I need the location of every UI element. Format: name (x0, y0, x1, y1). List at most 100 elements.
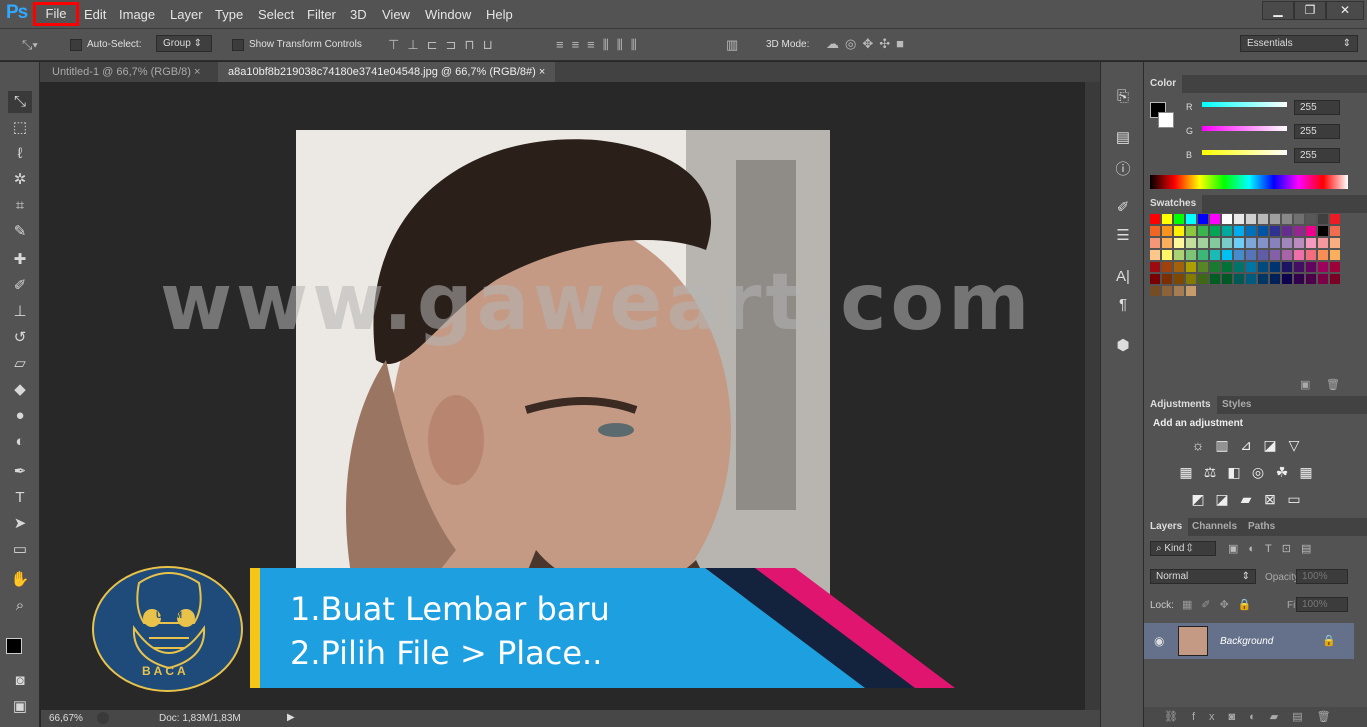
tab-close-icon[interactable]: × (539, 66, 545, 78)
move-tool-icon[interactable]: ⤡▾ (22, 37, 38, 53)
move-tool-icon[interactable]: ⤡ (8, 91, 32, 113)
swatch[interactable] (1306, 238, 1316, 248)
swatch[interactable] (1294, 238, 1304, 248)
menu-window[interactable]: Window (421, 6, 475, 24)
eyedropper-tool-icon[interactable]: ✎ (8, 221, 32, 243)
path-selection-tool-icon[interactable]: ➤ (8, 513, 32, 535)
swatch[interactable] (1258, 250, 1268, 260)
swatch[interactable] (1186, 262, 1196, 272)
opacity-field[interactable]: 100% (1296, 569, 1348, 584)
swatch[interactable] (1222, 262, 1232, 272)
swatch[interactable] (1246, 214, 1256, 224)
swatch[interactable] (1150, 262, 1160, 272)
menu-type[interactable]: Type (211, 6, 247, 24)
swatch[interactable] (1210, 238, 1220, 248)
swatch[interactable] (1150, 226, 1160, 236)
dodge-tool-icon[interactable]: ◐ (8, 431, 32, 453)
swatch[interactable] (1150, 214, 1160, 224)
swatch[interactable] (1258, 274, 1268, 284)
layer-row-background[interactable]: ◉ Background 🔒 (1144, 623, 1354, 659)
swatch[interactable] (1270, 226, 1280, 236)
swatch[interactable] (1318, 250, 1328, 260)
swatch[interactable] (1246, 226, 1256, 236)
exposure-icon[interactable]: ◪ (1260, 437, 1280, 454)
history-panel-icon[interactable]: ⎘ (1113, 88, 1133, 108)
swatch[interactable] (1222, 214, 1232, 224)
menu-edit[interactable]: Edit (80, 6, 110, 24)
swatch[interactable] (1246, 274, 1256, 284)
swatch[interactable] (1258, 226, 1268, 236)
swatch[interactable] (1258, 262, 1268, 272)
rectangle-tool-icon[interactable]: ▭ (8, 539, 32, 561)
screen-mode-icon[interactable]: ▣ (8, 696, 32, 718)
swatch[interactable] (1222, 274, 1232, 284)
swatch[interactable] (1186, 286, 1196, 296)
channel-g-value[interactable]: 255 (1294, 124, 1340, 139)
menu-view[interactable]: View (378, 6, 414, 24)
channel-r-slider[interactable] (1202, 102, 1287, 107)
layer-name[interactable]: Background (1220, 636, 1273, 647)
swatch[interactable] (1234, 262, 1244, 272)
swatch[interactable] (1174, 250, 1184, 260)
swatch[interactable] (1210, 274, 1220, 284)
swatch[interactable] (1282, 274, 1292, 284)
history-brush-tool-icon[interactable]: ↺ (8, 327, 32, 349)
vibrance-icon[interactable]: ▽ (1284, 437, 1304, 454)
swatch[interactable] (1210, 214, 1220, 224)
swatch[interactable] (1318, 226, 1328, 236)
swatch[interactable] (1282, 226, 1292, 236)
swatch[interactable] (1198, 274, 1208, 284)
tab-adjustments[interactable]: Adjustments (1144, 396, 1217, 414)
swatch[interactable] (1150, 250, 1160, 260)
swatch-grid[interactable] (1144, 214, 1350, 314)
color-lookup-icon[interactable]: ▦ (1296, 464, 1316, 481)
auto-select-checkbox[interactable] (70, 39, 82, 51)
invert-icon[interactable]: ◩ (1188, 491, 1208, 508)
tab-untitled[interactable]: Untitled-1 @ 66,7% (RGB/8) × (42, 62, 210, 82)
marquee-tool-icon[interactable]: ⬚ (8, 117, 32, 139)
quick-mask-icon[interactable]: ◙ (8, 670, 32, 692)
swatch[interactable] (1270, 250, 1280, 260)
channel-g-slider[interactable] (1202, 126, 1287, 131)
swatch[interactable] (1222, 226, 1232, 236)
swatch[interactable] (1162, 250, 1172, 260)
swatch[interactable] (1198, 262, 1208, 272)
eraser-tool-icon[interactable]: ▱ (8, 353, 32, 375)
distribute-icons[interactable]: ≡≡≡⫼⫼⫼ (556, 37, 645, 53)
hand-tool-icon[interactable]: ✋ (8, 569, 32, 591)
swatch[interactable] (1318, 238, 1328, 248)
pen-tool-icon[interactable]: ✒ (8, 461, 32, 483)
swatch[interactable] (1234, 214, 1244, 224)
photo-filter-icon[interactable]: ◎ (1248, 464, 1268, 481)
swatch[interactable] (1174, 238, 1184, 248)
lock-icons[interactable]: ▦✐✥🔒 (1182, 598, 1261, 611)
levels-icon[interactable]: ▥ (1212, 437, 1232, 454)
tab-styles[interactable]: Styles (1216, 396, 1257, 414)
swatch[interactable] (1306, 214, 1316, 224)
tab-image[interactable]: a8a10bf8b219038c74180e3741e04548.jpg @ 6… (218, 62, 556, 82)
type-tool-icon[interactable]: T (8, 487, 32, 509)
swatch[interactable] (1294, 274, 1304, 284)
hue-saturation-icon[interactable]: ▦ (1176, 464, 1196, 481)
swatch[interactable] (1174, 274, 1184, 284)
color-spectrum-bar[interactable] (1150, 175, 1348, 189)
swatch[interactable] (1150, 286, 1160, 296)
info-panel-icon[interactable]: ⓘ (1113, 158, 1133, 178)
paragraph-panel-icon[interactable]: ¶ (1113, 296, 1133, 316)
swatch[interactable] (1282, 238, 1292, 248)
menu-3d[interactable]: 3D (346, 6, 371, 24)
menu-layer[interactable]: Layer (166, 6, 207, 24)
layer-comps-icon[interactable]: ▤ (1113, 128, 1133, 148)
tab-close-icon[interactable]: × (194, 66, 200, 78)
swatch[interactable] (1258, 214, 1268, 224)
tab-channels[interactable]: Channels (1186, 518, 1243, 536)
crop-tool-icon[interactable]: ⌗ (8, 195, 32, 217)
gradient-map-icon[interactable]: ▭ (1284, 491, 1304, 508)
auto-align-icon[interactable]: ▥ (726, 37, 738, 53)
swatch[interactable] (1330, 226, 1340, 236)
swatch[interactable] (1306, 274, 1316, 284)
swatch[interactable] (1174, 226, 1184, 236)
vertical-scrollbar[interactable] (1085, 82, 1100, 710)
swatch[interactable] (1234, 274, 1244, 284)
swatch[interactable] (1318, 274, 1328, 284)
